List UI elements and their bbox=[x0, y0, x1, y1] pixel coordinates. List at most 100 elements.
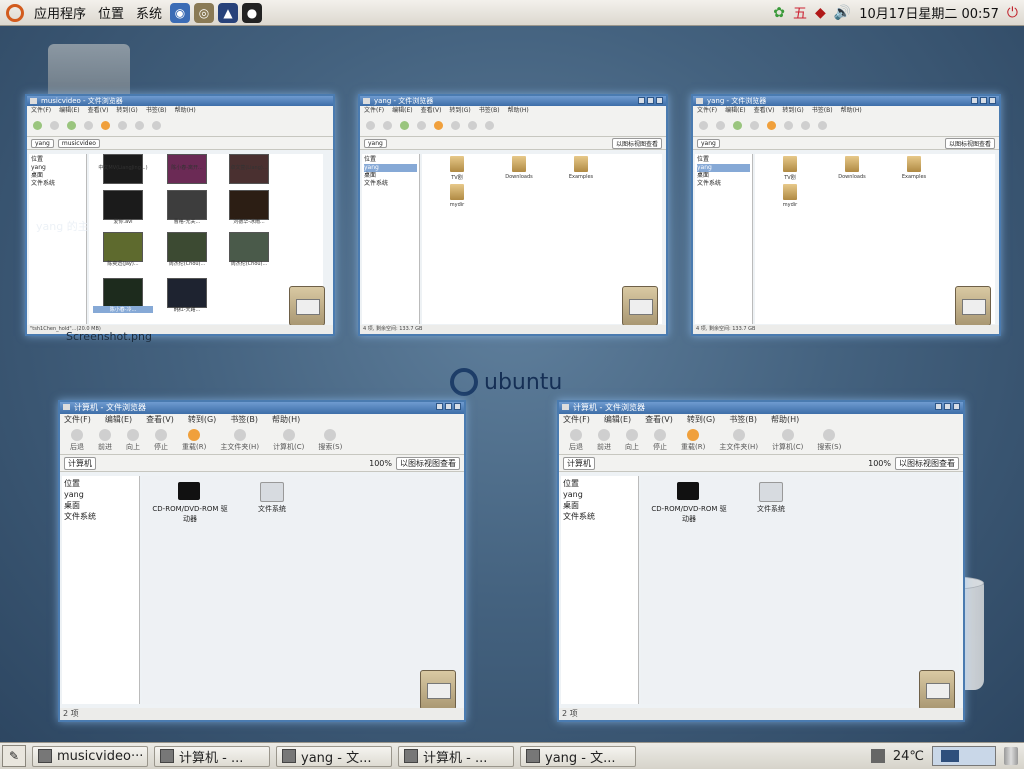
sidebar-item-filesystem[interactable]: 文件系统 bbox=[364, 180, 417, 188]
sidebar-item-home[interactable]: yang bbox=[697, 164, 750, 172]
minimize-icon[interactable] bbox=[971, 97, 978, 104]
gimp-icon[interactable]: ◎ bbox=[194, 2, 215, 23]
forward-button[interactable] bbox=[716, 121, 725, 131]
crumb-computer[interactable]: 计算机 bbox=[563, 456, 595, 470]
menu-bookmarks[interactable]: 书签(B) bbox=[812, 106, 833, 116]
menu-edit[interactable]: 编辑(E) bbox=[725, 106, 745, 116]
folder-icon[interactable] bbox=[450, 184, 464, 200]
weather-icon[interactable] bbox=[870, 749, 885, 763]
show-desktop-button[interactable]: ✎ bbox=[2, 745, 26, 767]
sidebar-item-filesystem[interactable]: 文件系统 bbox=[697, 180, 750, 188]
maximize-icon[interactable] bbox=[445, 403, 452, 410]
sidebar-item-filesystem[interactable]: 文件系统 bbox=[64, 511, 137, 522]
up-button[interactable]: 向上 bbox=[126, 428, 140, 452]
video-thumbnail[interactable] bbox=[167, 190, 207, 220]
sidebar-item-filesystem[interactable]: 文件系统 bbox=[563, 511, 636, 522]
window-title[interactable]: 计算机 - 文件浏览器 bbox=[60, 402, 464, 414]
crumb-yang[interactable]: yang bbox=[697, 138, 720, 148]
stop-button[interactable] bbox=[417, 121, 426, 131]
video-thumbnail[interactable] bbox=[229, 190, 269, 220]
back-button[interactable] bbox=[33, 121, 42, 131]
search-button[interactable]: 搜索(S) bbox=[318, 428, 342, 452]
menu-bookmarks[interactable]: 书签(B) bbox=[146, 106, 167, 116]
stop-button[interactable]: 停止 bbox=[653, 428, 667, 452]
computer-button[interactable] bbox=[135, 121, 144, 131]
home-button[interactable]: 主文件夹(H) bbox=[220, 428, 259, 452]
maximize-icon[interactable] bbox=[980, 97, 987, 104]
menu-applications[interactable]: 应用程序 bbox=[28, 3, 92, 22]
menu-bookmarks[interactable]: 书签(B) bbox=[729, 414, 757, 426]
sidebar-item-home[interactable]: yang bbox=[563, 489, 636, 500]
video-thumbnail[interactable] bbox=[167, 278, 207, 308]
home-button[interactable]: 主文件夹(H) bbox=[719, 428, 758, 452]
ubuntu-logo-icon[interactable] bbox=[6, 3, 24, 22]
close-icon[interactable] bbox=[953, 403, 960, 410]
volume-icon[interactable]: 🔊 bbox=[834, 5, 851, 21]
menu-file[interactable]: 文件(F) bbox=[697, 106, 717, 116]
sidebar-item-home[interactable]: yang bbox=[64, 489, 137, 500]
window-title[interactable]: musicvideo - 文件浏览器 bbox=[27, 96, 333, 106]
forward-button[interactable] bbox=[383, 121, 392, 131]
close-icon[interactable] bbox=[454, 403, 461, 410]
folder-icon[interactable] bbox=[574, 156, 588, 172]
sidebar-item-filesystem[interactable]: 文件系统 bbox=[31, 180, 84, 188]
menu-bookmarks[interactable]: 书签(B) bbox=[230, 414, 258, 426]
maximize-icon[interactable] bbox=[647, 97, 654, 104]
menu-edit[interactable]: 编辑(E) bbox=[392, 106, 412, 116]
home-button[interactable] bbox=[451, 121, 460, 131]
maximize-icon[interactable] bbox=[944, 403, 951, 410]
folder-icon[interactable] bbox=[450, 156, 464, 172]
crumb-computer[interactable]: 计算机 bbox=[64, 456, 96, 470]
sidebar-item-home[interactable]: yang bbox=[364, 164, 417, 172]
menu-help[interactable]: 帮助(H) bbox=[771, 414, 799, 426]
cdrom-drive-icon[interactable] bbox=[178, 482, 200, 500]
sidebar-header[interactable]: 位置 bbox=[563, 478, 636, 489]
zoom-level[interactable]: 100% bbox=[369, 459, 392, 468]
trash-icon[interactable] bbox=[1004, 747, 1018, 765]
taskbar-item-computer-1[interactable]: 计算机 - ... bbox=[154, 745, 270, 767]
home-button[interactable] bbox=[118, 121, 127, 131]
stop-button[interactable] bbox=[84, 121, 93, 131]
forward-button[interactable]: 前进 bbox=[98, 428, 112, 452]
search-button[interactable]: 搜索(S) bbox=[817, 428, 841, 452]
sidebar-item-desktop[interactable]: 桌面 bbox=[563, 500, 636, 511]
file-pane[interactable]: CD-ROM/DVD-ROM 驱动器 文件系统 bbox=[641, 476, 959, 704]
search-button[interactable] bbox=[152, 121, 161, 131]
home-folder-label[interactable]: yang 的主 bbox=[36, 218, 89, 234]
menu-go[interactable]: 转到(G) bbox=[116, 106, 137, 116]
menu-system[interactable]: 系统 bbox=[130, 3, 168, 22]
sidebar-item-desktop[interactable]: 桌面 bbox=[64, 500, 137, 511]
taskbar-item-yang-2[interactable]: yang - 文... bbox=[520, 745, 636, 767]
window-title[interactable]: yang - 文件浏览器 bbox=[693, 96, 999, 106]
computer-button[interactable]: 计算机(C) bbox=[273, 428, 304, 452]
ruby-icon[interactable]: ◆ bbox=[815, 5, 826, 21]
sidebar-item-desktop[interactable]: 桌面 bbox=[364, 172, 417, 180]
menu-edit[interactable]: 编辑(E) bbox=[604, 414, 631, 426]
menu-help[interactable]: 帮助(H) bbox=[175, 106, 196, 116]
menu-places[interactable]: 位置 bbox=[92, 3, 130, 22]
computer-button[interactable]: 计算机(C) bbox=[772, 428, 803, 452]
up-button[interactable]: 向上 bbox=[625, 428, 639, 452]
view-select[interactable]: 以图标视图查看 bbox=[611, 137, 662, 149]
menu-go[interactable]: 转到(G) bbox=[449, 106, 470, 116]
computer-button[interactable] bbox=[801, 121, 810, 131]
network-icon[interactable]: ✿ bbox=[773, 5, 785, 21]
menu-help[interactable]: 帮助(H) bbox=[508, 106, 529, 116]
minimize-icon[interactable] bbox=[638, 97, 645, 104]
menu-view[interactable]: 查看(V) bbox=[146, 414, 174, 426]
folder-icon[interactable] bbox=[783, 184, 797, 200]
folder-icon[interactable] bbox=[512, 156, 526, 172]
search-button[interactable] bbox=[485, 121, 494, 131]
temperature[interactable]: 24℃ bbox=[893, 749, 924, 764]
back-button[interactable] bbox=[366, 121, 375, 131]
menu-file[interactable]: 文件(F) bbox=[364, 106, 384, 116]
zoom-level[interactable]: 100% bbox=[868, 459, 891, 468]
menu-file[interactable]: 文件(F) bbox=[563, 414, 590, 426]
sidebar-item-home[interactable]: yang bbox=[31, 164, 84, 172]
reload-button[interactable] bbox=[767, 121, 776, 131]
taskbar-item-computer-2[interactable]: 计算机 - ... bbox=[398, 745, 514, 767]
up-button[interactable] bbox=[400, 121, 409, 131]
close-icon[interactable] bbox=[656, 97, 663, 104]
menu-help[interactable]: 帮助(H) bbox=[841, 106, 862, 116]
search-button[interactable] bbox=[818, 121, 827, 131]
